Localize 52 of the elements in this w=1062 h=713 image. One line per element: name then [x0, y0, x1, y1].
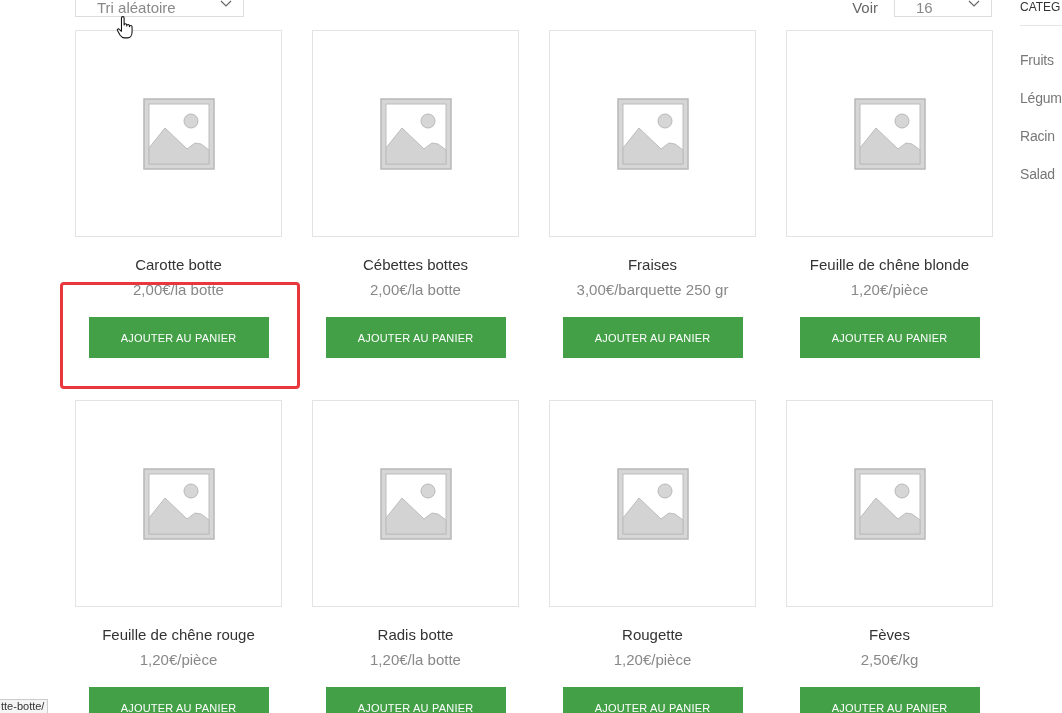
- product-image-placeholder[interactable]: [786, 30, 993, 237]
- product-title[interactable]: Feuille de chêne blonde: [809, 255, 970, 275]
- product-price: 2,00€/la botte: [370, 280, 461, 300]
- status-url: tte-botte/: [0, 699, 49, 713]
- image-placeholder-icon: [379, 467, 452, 540]
- product-price: 3,00€/barquette 250 gr: [576, 280, 729, 300]
- product-title[interactable]: Fraises: [627, 255, 678, 275]
- product-title[interactable]: Rougette: [622, 625, 683, 645]
- image-placeholder-icon: [616, 467, 689, 540]
- product-title[interactable]: Radis botte: [377, 625, 454, 645]
- product-title[interactable]: Cébettes bottes: [362, 255, 469, 275]
- product-price: 1,20€/pièce: [139, 650, 218, 670]
- product-image-placeholder[interactable]: [312, 400, 519, 607]
- add-to-cart-button[interactable]: AJOUTER AU PANIER: [88, 317, 269, 358]
- chevron-down-icon: [968, 0, 980, 7]
- add-to-cart-button[interactable]: AJOUTER AU PANIER: [325, 687, 506, 713]
- chevron-down-icon: [220, 0, 232, 7]
- category-link[interactable]: Fruits: [1020, 51, 1062, 69]
- add-to-cart-button[interactable]: AJOUTER AU PANIER: [325, 317, 506, 358]
- product-image-placeholder[interactable]: [549, 400, 756, 607]
- product-image-placeholder[interactable]: [75, 30, 282, 237]
- product-title[interactable]: Carotte botte: [135, 255, 222, 275]
- product-price: 1,20€/pièce: [850, 280, 929, 300]
- image-placeholder-icon: [379, 97, 452, 170]
- category-link[interactable]: Salad: [1020, 165, 1062, 183]
- product-title[interactable]: Feuille de chêne rouge: [102, 625, 255, 645]
- product-price: 1,20€/la botte: [370, 650, 461, 670]
- product-image-placeholder[interactable]: [75, 400, 282, 607]
- add-to-cart-button[interactable]: AJOUTER AU PANIER: [88, 687, 269, 713]
- per-page-label: Voir: [852, 0, 878, 15]
- product-title[interactable]: Fèves: [869, 625, 910, 645]
- sidebar-heading: CATEG: [1020, 0, 1062, 26]
- image-placeholder-icon: [853, 97, 926, 170]
- add-to-cart-button[interactable]: AJOUTER AU PANIER: [562, 317, 743, 358]
- product-image-placeholder[interactable]: [549, 30, 756, 237]
- category-link[interactable]: Racin: [1020, 127, 1062, 145]
- add-to-cart-button[interactable]: AJOUTER AU PANIER: [799, 317, 980, 358]
- product-image-placeholder[interactable]: [786, 400, 993, 607]
- image-placeholder-icon: [142, 97, 215, 170]
- per-page-dropdown[interactable]: 16: [894, 0, 992, 17]
- sort-dropdown[interactable]: Tri aléatoire: [75, 0, 244, 17]
- product-price: 2,50€/kg: [860, 650, 919, 670]
- image-placeholder-icon: [142, 467, 215, 540]
- hand-cursor-icon: [116, 16, 134, 39]
- image-placeholder-icon: [853, 467, 926, 540]
- add-to-cart-button[interactable]: AJOUTER AU PANIER: [562, 687, 743, 713]
- category-link[interactable]: Légum: [1020, 89, 1062, 107]
- product-price: 1,20€/pièce: [613, 650, 692, 670]
- image-placeholder-icon: [616, 97, 689, 170]
- product-price: 2,00€/la botte: [133, 280, 224, 300]
- add-to-cart-button[interactable]: AJOUTER AU PANIER: [799, 687, 980, 713]
- product-image-placeholder[interactable]: [312, 30, 519, 237]
